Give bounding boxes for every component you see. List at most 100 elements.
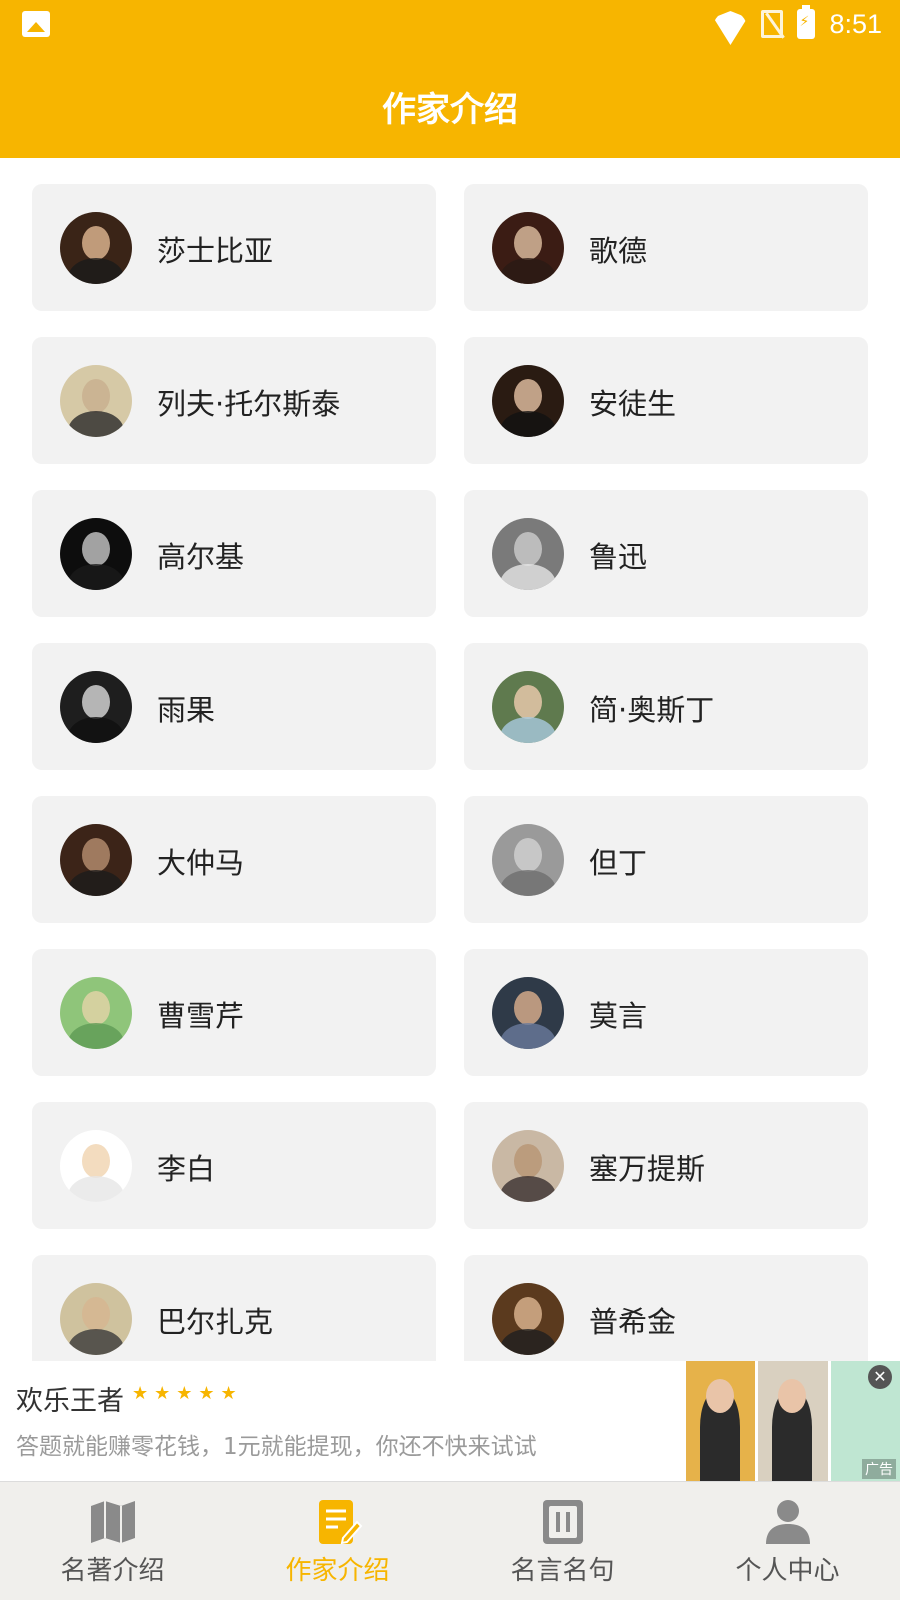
author-card[interactable]: 列夫·托尔斯泰: [32, 337, 436, 464]
avatar-body: [500, 717, 556, 743]
ad-banner[interactable]: 欢乐王者 ★★★★★ 答题就能赚零花钱，1元就能提现，你还不快来试试 ✕ 广告: [0, 1361, 900, 1481]
author-avatar: [60, 1283, 132, 1355]
ad-title[interactable]: 欢乐王者: [16, 1379, 124, 1418]
author-avatar: [60, 518, 132, 590]
avatar-face: [82, 1297, 110, 1331]
author-card[interactable]: 安徒生: [464, 337, 868, 464]
app-bar: 作家介绍: [0, 48, 900, 158]
author-card[interactable]: 莎士比亚: [32, 184, 436, 311]
ad-thumbnail[interactable]: [758, 1361, 828, 1481]
author-card[interactable]: 但丁: [464, 796, 868, 923]
page-title: 作家介绍: [382, 90, 518, 130]
nav-item-quotes[interactable]: 名言名句: [450, 1482, 675, 1600]
avatar-body: [500, 1023, 556, 1049]
avatar-body: [500, 1329, 556, 1355]
author-card[interactable]: 普希金: [464, 1255, 868, 1361]
author-card[interactable]: 歌德: [464, 184, 868, 311]
avatar-body: [68, 717, 124, 743]
author-name: 巴尔扎克: [157, 1305, 274, 1339]
nav-label: 个人中心: [735, 1556, 840, 1586]
author-name: 曹雪芹: [157, 999, 245, 1033]
status-icons: 8:51: [713, 5, 882, 40]
scroll-icon: [542, 1500, 583, 1544]
author-avatar: [60, 671, 132, 743]
author-name: 列夫·托尔斯泰: [157, 387, 341, 421]
ad-label: 广告: [862, 1459, 896, 1479]
avatar-face: [82, 532, 110, 566]
author-card[interactable]: 李白: [32, 1102, 436, 1229]
avatar-body: [68, 564, 124, 590]
edit-document-icon: [318, 1500, 362, 1545]
author-avatar: [492, 212, 564, 284]
avatar-body: [68, 870, 124, 896]
author-name: 安徒生: [589, 387, 677, 421]
avatar-face: [82, 379, 110, 413]
book-map-icon: [90, 1501, 135, 1543]
author-avatar: [60, 365, 132, 437]
nav-label: 作家介绍: [285, 1556, 390, 1586]
avatar-face: [514, 838, 542, 872]
person-icon: [765, 1500, 810, 1544]
author-name: 鲁迅: [589, 540, 648, 574]
author-grid: 莎士比亚 歌德列夫·托尔斯泰 安徒生高尔基 鲁迅雨果 简·奥斯丁大仲马 但丁曹雪芹 莫言李白…: [0, 158, 900, 1361]
ad-thumbnail[interactable]: [686, 1361, 756, 1481]
avatar-face: [514, 1144, 542, 1178]
bottom-nav: 名著介绍 作家介绍 名言名句 个人中心: [0, 1481, 900, 1600]
status-time: 8:51: [829, 8, 882, 39]
ad-rating-stars: ★★★★★: [132, 1383, 243, 1404]
author-name: 歌德: [589, 234, 648, 268]
author-name: 莎士比亚: [157, 234, 274, 268]
author-card[interactable]: 莫言: [464, 949, 868, 1076]
avatar-body: [500, 1176, 556, 1202]
author-avatar: [492, 1130, 564, 1202]
nav-label: 名言名句: [510, 1556, 615, 1586]
avatar-body: [500, 411, 556, 437]
author-card[interactable]: 大仲马: [32, 796, 436, 923]
author-card[interactable]: 雨果: [32, 643, 436, 770]
ad-thumbnail-head: [706, 1379, 734, 1413]
nav-item-classics[interactable]: 名著介绍: [0, 1482, 225, 1600]
author-card[interactable]: 曹雪芹: [32, 949, 436, 1076]
author-name: 简·奥斯丁: [589, 693, 715, 727]
avatar-body: [68, 411, 124, 437]
author-name: 塞万提斯: [589, 1152, 706, 1186]
author-avatar: [60, 977, 132, 1049]
author-card[interactable]: 塞万提斯: [464, 1102, 868, 1229]
avatar-body: [68, 1176, 124, 1202]
author-name: 普希金: [589, 1305, 677, 1339]
avatar-face: [514, 532, 542, 566]
author-avatar: [492, 977, 564, 1049]
ad-close-button[interactable]: ✕: [868, 1365, 892, 1389]
author-name: 大仲马: [157, 846, 245, 880]
avatar-body: [68, 1329, 124, 1355]
nav-label: 名著介绍: [60, 1556, 165, 1586]
avatar-body: [68, 1023, 124, 1049]
author-avatar: [60, 212, 132, 284]
author-card[interactable]: 简·奥斯丁: [464, 643, 868, 770]
avatar-face: [514, 685, 542, 719]
avatar-face: [82, 838, 110, 872]
avatar-face: [514, 1297, 542, 1331]
author-name: 莫言: [589, 999, 648, 1033]
author-card[interactable]: 巴尔扎克: [32, 1255, 436, 1361]
nav-item-authors[interactable]: 作家介绍: [225, 1482, 450, 1600]
avatar-body: [500, 258, 556, 284]
author-card[interactable]: 高尔基: [32, 490, 436, 617]
author-avatar: [492, 518, 564, 590]
avatar-face: [514, 991, 542, 1025]
author-avatar: [492, 1283, 564, 1355]
avatar-face: [82, 991, 110, 1025]
nav-item-profile[interactable]: 个人中心: [675, 1482, 900, 1600]
author-avatar: [492, 365, 564, 437]
ad-description[interactable]: 答题就能赚零花钱，1元就能提现，你还不快来试试: [16, 1427, 537, 1461]
avatar-face: [82, 226, 110, 260]
avatar-face: [82, 1144, 110, 1178]
avatar-body: [68, 258, 124, 284]
author-name: 雨果: [157, 693, 216, 727]
author-avatar: [492, 824, 564, 896]
wifi-icon: [713, 11, 747, 37]
author-card[interactable]: 鲁迅: [464, 490, 868, 617]
battery-charging-icon: [797, 5, 816, 39]
avatar-face: [514, 379, 542, 413]
avatar-body: [500, 564, 556, 590]
